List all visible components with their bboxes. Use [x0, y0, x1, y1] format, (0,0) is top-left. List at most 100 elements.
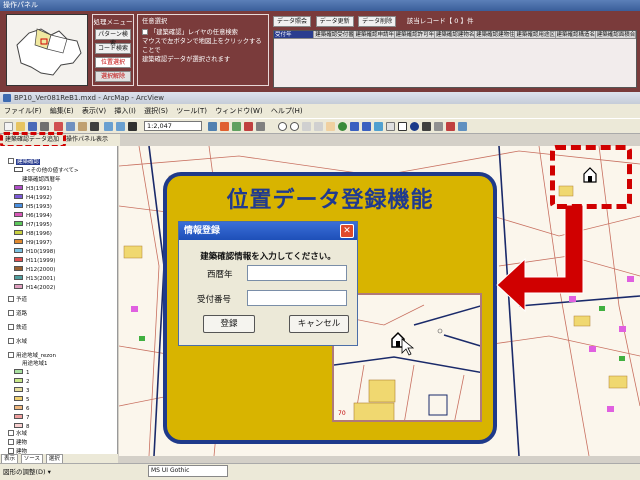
grid-column[interactable]: 建築確認受付番号: [314, 31, 355, 38]
layer-checkbox[interactable]: [8, 324, 14, 330]
menu-view[interactable]: 表示(V): [82, 107, 106, 115]
legend-swatch: [14, 230, 23, 235]
layer-label: 道路: [16, 311, 28, 317]
cut-icon[interactable]: [54, 122, 63, 131]
show-operation-panel-tab[interactable]: 操作パネル表示: [66, 136, 108, 143]
layer-search-checkbox[interactable]: [142, 29, 148, 35]
layer-checkbox[interactable]: [8, 296, 14, 302]
layer-checkbox[interactable]: [8, 430, 14, 436]
font-dropdown[interactable]: MS UI Gothic: [148, 465, 228, 477]
map-scale-dropdown[interactable]: 1:2,047: [144, 121, 202, 131]
time-slider-icon[interactable]: [458, 122, 467, 131]
arbitrary-select-option-label: 「建築確認」レイヤの任意検索: [150, 29, 238, 36]
fixed-zoom-in-icon[interactable]: [302, 122, 311, 131]
layer-checkbox[interactable]: [8, 439, 14, 445]
layer-checkbox[interactable]: [8, 310, 14, 316]
grid-column[interactable]: 建築確認許可年月日: [395, 31, 435, 38]
year-input[interactable]: [247, 265, 347, 281]
toc-layer-water-2[interactable]: 水域: [8, 430, 27, 439]
grid-column[interactable]: 建築確認申請年月日: [354, 31, 395, 38]
fixed-zoom-out-icon[interactable]: [314, 122, 323, 131]
position-select-button[interactable]: 位置選択: [95, 57, 131, 68]
menu-edit[interactable]: 編集(E): [50, 107, 74, 115]
toc-layer-railway[interactable]: 鉄道: [8, 324, 27, 333]
redo-icon[interactable]: [116, 122, 125, 131]
pattern-search-button[interactable]: パターン検索: [95, 29, 131, 47]
clear-selection-button[interactable]: 選択解除: [95, 71, 131, 82]
receipt-number-input[interactable]: [247, 290, 347, 306]
toc-layer-water[interactable]: 水域: [8, 338, 27, 347]
toc-legend-item: H6(1994): [14, 212, 52, 221]
undo-icon[interactable]: [104, 122, 113, 131]
legend-swatch: [14, 257, 23, 262]
pointer-icon[interactable]: [398, 122, 407, 131]
forward-extent-icon[interactable]: [362, 122, 371, 131]
draw-adjust-menu[interactable]: 図形の調整(D) ▾: [3, 468, 51, 476]
register-button[interactable]: 登録: [203, 315, 255, 333]
delete-icon[interactable]: [90, 122, 99, 131]
hyperlink-icon[interactable]: [446, 122, 455, 131]
menu-tools[interactable]: ツール(T): [176, 107, 207, 115]
code-search-button[interactable]: コード検索: [95, 43, 131, 54]
legend-label: H10(1998): [26, 249, 56, 255]
close-icon[interactable]: ✕: [340, 224, 354, 238]
legend-label: H6(1994): [26, 213, 52, 219]
help-icon[interactable]: [256, 122, 265, 131]
toc-layer-building[interactable]: 建築確認: [8, 158, 41, 167]
measure-icon[interactable]: [434, 122, 443, 131]
arbitrary-select-option[interactable]: 「建築確認」レイヤの任意検索: [142, 28, 264, 37]
editor-icon[interactable]: [208, 122, 217, 131]
layer-checkbox[interactable]: [8, 158, 14, 164]
grid-column[interactable]: 建築確認構造名称: [556, 31, 596, 38]
save-icon[interactable]: [28, 122, 37, 131]
toc-layer-building-2[interactable]: 建物: [8, 439, 27, 448]
grid-column[interactable]: 受付年: [274, 31, 315, 38]
legend-swatch: [14, 369, 23, 374]
toc-legend-item: 6: [14, 405, 30, 414]
grid-column[interactable]: 建築確認用途区分: [515, 31, 556, 38]
catalog-icon[interactable]: [232, 122, 241, 131]
add-data-icon[interactable]: [128, 122, 137, 131]
layer-checkbox[interactable]: [8, 352, 14, 358]
back-extent-icon[interactable]: [350, 122, 359, 131]
table-of-contents[interactable]: 建築確認 <その他の値すべて> 建築確認西暦年 H3(1991) H4(1992…: [0, 146, 118, 456]
menu-selection[interactable]: 選択(S): [144, 107, 168, 115]
model-icon[interactable]: [244, 122, 253, 131]
zoom-out-icon[interactable]: [290, 122, 299, 131]
identify-icon[interactable]: [410, 122, 419, 131]
data-delete-button[interactable]: データ削除: [358, 16, 397, 27]
overview-map[interactable]: [6, 14, 88, 86]
cancel-button[interactable]: キャンセル: [289, 315, 349, 333]
new-icon[interactable]: [4, 122, 13, 131]
menu-insert[interactable]: 挿入(I): [114, 107, 136, 115]
layer-checkbox[interactable]: [8, 338, 14, 344]
toc-layer-road-plan[interactable]: 予道: [8, 296, 27, 305]
arctoolbox-icon[interactable]: [220, 122, 229, 131]
legend-label: H3(1991): [26, 186, 52, 192]
select-elements-icon[interactable]: [386, 122, 395, 131]
full-extent-icon[interactable]: [338, 122, 347, 131]
legend-swatch: [14, 239, 23, 244]
grid-column[interactable]: 建築確認建物名称: [435, 31, 476, 38]
result-grid[interactable]: 受付年 建築確認受付番号 建築確認申請年月日 建築確認許可年月日 建築確認建物名…: [273, 30, 637, 88]
menu-help[interactable]: ヘルプ(H): [271, 107, 303, 115]
paste-icon[interactable]: [78, 122, 87, 131]
toc-layer-road[interactable]: 道路: [8, 310, 27, 319]
open-icon[interactable]: [16, 122, 25, 131]
menu-file[interactable]: ファイル(F): [4, 107, 42, 115]
select-features-icon[interactable]: [374, 122, 383, 131]
grid-column[interactable]: 建築確認建物住所: [475, 31, 516, 38]
legend-label: <その他の値すべて>: [26, 168, 79, 174]
zoom-in-icon[interactable]: [278, 122, 287, 131]
grid-column[interactable]: 建築確認面積合計: [596, 31, 636, 38]
year-label: 西暦年: [207, 270, 233, 280]
data-inquiry-button[interactable]: データ照会: [273, 16, 312, 27]
menu-window[interactable]: ウィンドウ(W): [215, 107, 262, 115]
copy-icon[interactable]: [66, 122, 75, 131]
overview-map-svg: [16, 28, 82, 76]
pan-icon[interactable]: [326, 122, 335, 131]
print-icon[interactable]: [40, 122, 49, 131]
find-icon[interactable]: [422, 122, 431, 131]
data-update-button[interactable]: データ更新: [315, 16, 354, 27]
select-note-2: 建築確認データが選択されます: [142, 56, 231, 63]
